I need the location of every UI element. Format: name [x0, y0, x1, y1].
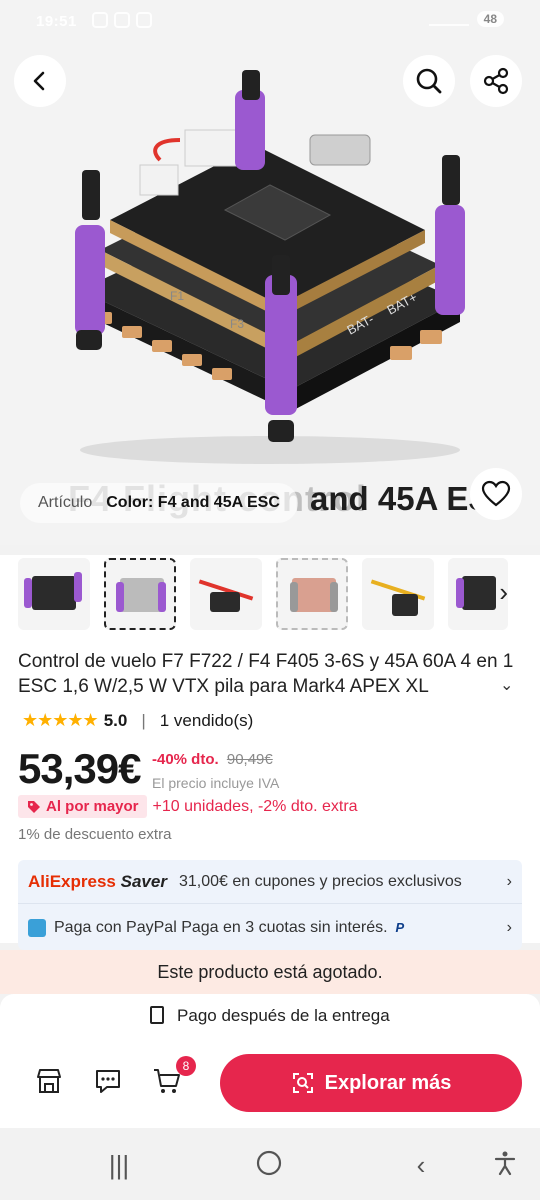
- sold-out-banner: Este producto está agotado.: [0, 950, 540, 994]
- rating-score: 5.0: [103, 710, 128, 730]
- thumbnail-strip[interactable]: ›: [0, 555, 540, 633]
- system-back-icon[interactable]: ‹: [406, 1150, 436, 1180]
- image-search-icon: [292, 1073, 313, 1093]
- discount-percent: -40% dto.: [152, 751, 219, 768]
- back-button[interactable]: [14, 55, 66, 107]
- share-icon: [483, 67, 509, 95]
- paypal-text: Paga con PayPal Paga en 3 cuotas sin int…: [54, 919, 388, 936]
- rating-separator: |: [141, 710, 146, 730]
- receipt-icon: [150, 1006, 165, 1024]
- product-image: BAT- BAT+ F1 F3: [75, 70, 465, 464]
- paypal-row[interactable]: Paga con PayPal Paga en 3 cuotas sin int…: [18, 906, 522, 950]
- explore-more-button[interactable]: Explorar más: [220, 1054, 522, 1112]
- variant-attribute-pill[interactable]: Artículo Color: F4 and 45A ESC: [20, 483, 298, 523]
- tag-icon: [28, 800, 40, 813]
- svg-text:F3: F3: [230, 317, 244, 331]
- wholesale-text: +10 unidades, -2% dto. extra: [152, 797, 358, 815]
- thumbnail-5[interactable]: [362, 558, 434, 630]
- promo-panel: AliExpress Saver 31,00€ en cupones y pre…: [18, 860, 522, 950]
- chat-icon[interactable]: [93, 1066, 123, 1096]
- accessibility-icon[interactable]: [490, 1150, 520, 1180]
- wholesale-badge: Al por mayor: [18, 795, 147, 818]
- thumbnail-3[interactable]: [190, 558, 262, 630]
- battery-indicator: 48: [476, 11, 504, 27]
- search-button[interactable]: [403, 55, 455, 107]
- home-notification-icon: [114, 12, 130, 28]
- system-navigation-bar: ||| ‹: [0, 1128, 540, 1200]
- thumbnail-4[interactable]: [276, 558, 348, 630]
- cart-count-badge: 8: [176, 1056, 196, 1076]
- home-circle-icon[interactable]: [254, 1150, 284, 1180]
- wishlist-button[interactable]: [470, 468, 522, 520]
- original-price: 90,49€: [226, 751, 273, 768]
- store-icon[interactable]: [34, 1066, 64, 1096]
- current-price: 53,39€: [18, 745, 141, 792]
- chevron-right-icon: ›: [506, 872, 512, 890]
- chevron-left-icon: [33, 71, 45, 91]
- search-icon: [416, 68, 442, 94]
- rating-row[interactable]: ★★★★★ 5.0 | 1 vendido(s): [22, 710, 253, 731]
- discount-row: -40% dto. 90,49€: [152, 751, 273, 768]
- product-gallery[interactable]: 19:51 48 BAT- BAT+ F1 F3 control and 45A…: [0, 0, 540, 545]
- aliexpress-saver-logo: AliExpress Saver: [28, 871, 167, 891]
- rating-stars: ★★★★★: [22, 710, 99, 730]
- bottom-action-bar: Pago después de la entrega 8 Explorar má…: [0, 994, 540, 1128]
- extra-discount: 1% de descuento extra: [18, 826, 172, 843]
- share-button[interactable]: [470, 55, 522, 107]
- explore-more-label: Explorar más: [324, 1071, 452, 1094]
- thumbnail-1[interactable]: [18, 558, 90, 630]
- wholesale-badge-label: Al por mayor: [46, 798, 139, 815]
- tax-note: El precio incluye IVA: [152, 775, 280, 791]
- chevron-right-icon: ›: [506, 919, 512, 936]
- cash-on-delivery-notice: Pago después de la entrega: [0, 1006, 540, 1026]
- status-time: 19:51: [36, 13, 77, 30]
- status-right: 48: [428, 11, 504, 27]
- saver-text: 31,00€ en cupones y precios exclusivos: [178, 872, 462, 890]
- svg-text:F1: F1: [170, 289, 184, 303]
- heart-icon: [481, 480, 511, 507]
- cod-text: Pago después de la entrega: [177, 1006, 390, 1025]
- status-bar: 19:51 48: [0, 8, 540, 38]
- sold-count: 1 vendido(s): [159, 710, 254, 730]
- notification-icon: [92, 12, 108, 28]
- status-notification-icons: [92, 12, 152, 28]
- thumbnail-2[interactable]: [104, 558, 176, 630]
- paypal-icon: P: [395, 920, 405, 935]
- attribute-value: Color: F4 and 45A ESC: [106, 494, 280, 511]
- signal-icon: [428, 12, 469, 26]
- attribute-label: Artículo: [38, 494, 93, 511]
- expand-title-icon[interactable]: ⌄: [500, 675, 513, 695]
- recent-apps-icon[interactable]: |||: [104, 1150, 134, 1180]
- chevron-right-icon[interactable]: ›: [499, 577, 508, 608]
- product-title[interactable]: Control de vuelo F7 F722 / F4 F405 3-6S …: [18, 649, 518, 699]
- saver-row[interactable]: AliExpress Saver 31,00€ en cupones y pre…: [18, 860, 522, 904]
- product-info: Control de vuelo F7 F722 / F4 F405 3-6S …: [0, 633, 540, 950]
- action-row: 8 Explorar más: [0, 1052, 540, 1114]
- calendar-icon: [28, 919, 46, 937]
- message-notification-icon: [136, 12, 152, 28]
- wholesale-row[interactable]: Al por mayor +10 unidades, -2% dto. extr…: [18, 795, 358, 818]
